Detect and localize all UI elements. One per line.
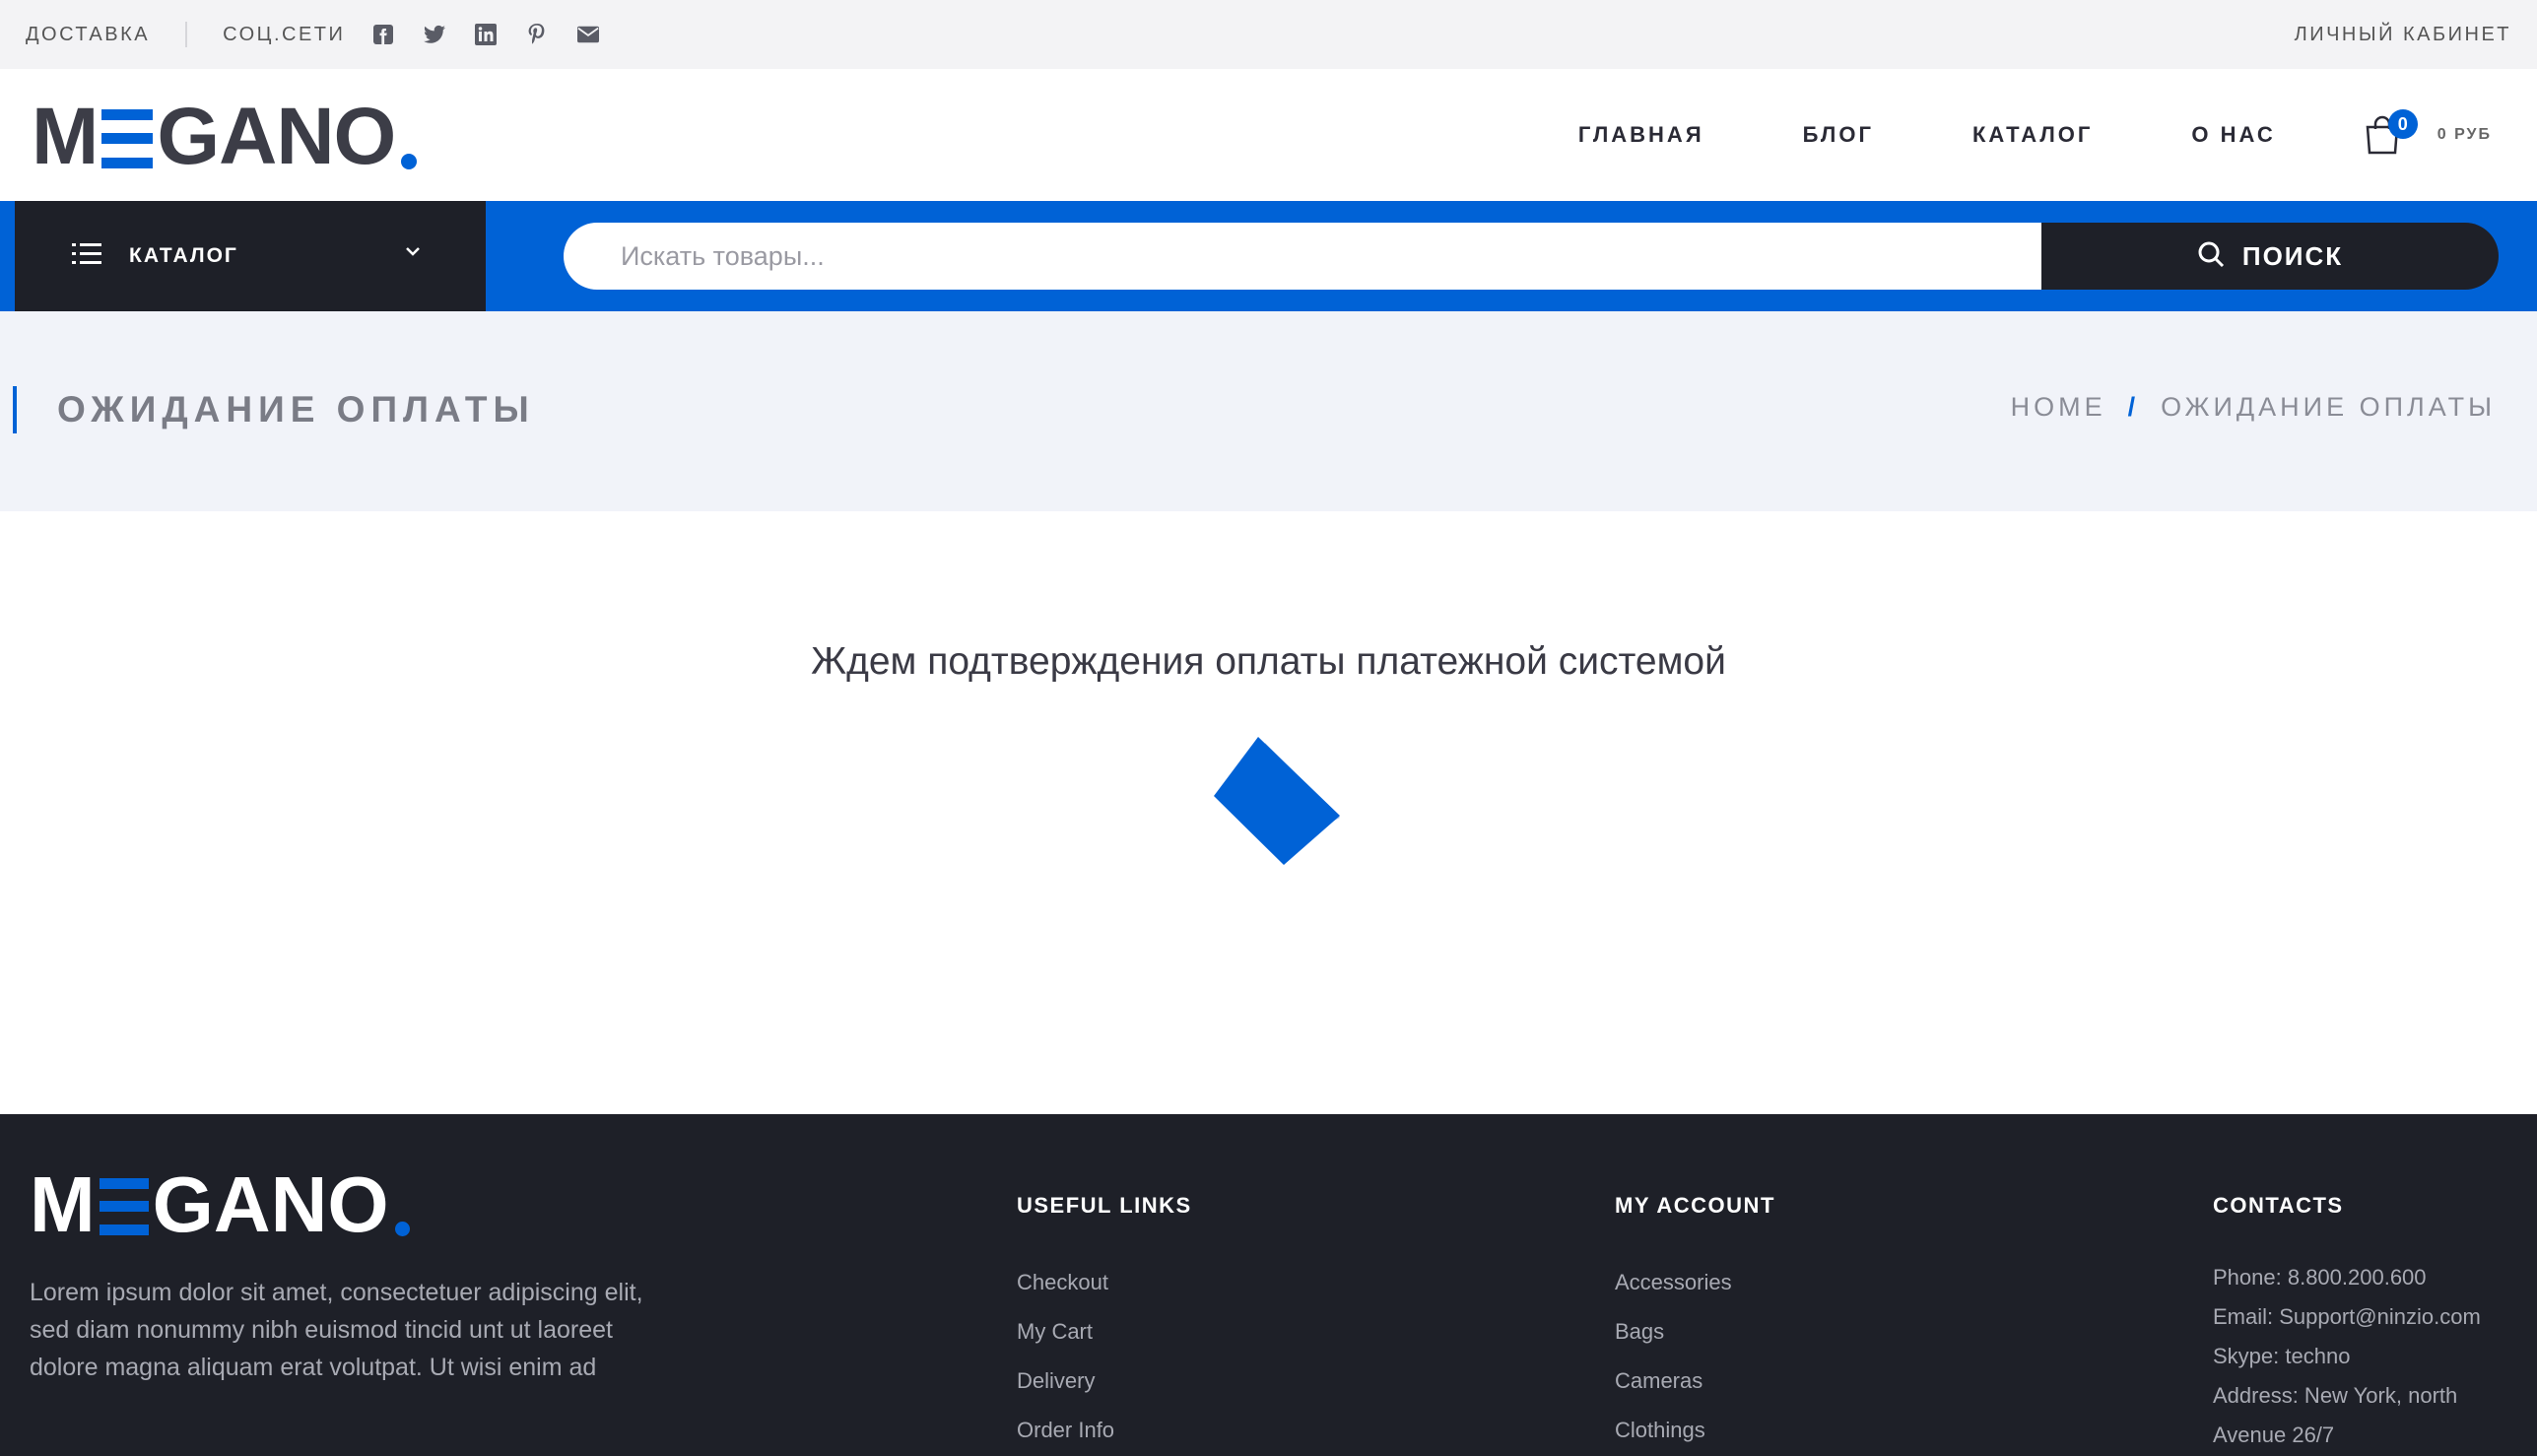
nav-item-home[interactable]: ГЛАВНАЯ [1578,122,1704,148]
footer-contacts-title: CONTACTS [2213,1193,2344,1218]
page-title: ОЖИДАНИЕ ОПЛАТЫ [57,389,535,430]
contact-skype: Skype: techno [2213,1344,2351,1368]
catalog-label: КАТАЛОГ [129,244,238,267]
twitter-icon[interactable] [424,24,446,45]
footer-link-order-info[interactable]: Order Info [1017,1406,1192,1455]
mail-icon[interactable] [577,24,600,45]
footer-link-accessories[interactable]: Accessories [1615,1258,1775,1307]
search-icon [2197,240,2225,273]
breadcrumb: HOME / ОЖИДАНИЕ ОПЛАТЫ [2011,392,2496,423]
search-bar: КАТАЛОГ ПОИСК [0,201,2537,311]
menu-list-icon [72,242,101,271]
footer-link-delivery[interactable]: Delivery [1017,1357,1192,1406]
social-label: СОЦ.СЕТИ [223,23,346,45]
footer-link-clothings[interactable]: Clothings [1615,1406,1775,1455]
chevron-down-icon [405,244,421,262]
breadcrumb-home[interactable]: HOME [2011,392,2106,423]
page-title-band: ОЖИДАНИЕ ОПЛАТЫ HOME / ОЖИДАНИЕ ОПЛАТЫ [0,311,2537,511]
footer-useful-links: USEFUL LINKS Checkout My Cart Delivery O… [1017,1193,1192,1455]
nav-item-catalog[interactable]: КАТАЛОГ [1972,122,2093,148]
footer-useful-links-title: USEFUL LINKS [1017,1193,1192,1218]
footer-contacts: CONTACTS Phone: 8.800.200.600 Email: Sup… [2213,1193,2481,1455]
nav-item-about[interactable]: О НАС [2191,122,2275,148]
loading-spinner-icon [1210,731,1348,869]
logo-dot [401,154,418,169]
title-accent-bar [13,386,17,433]
footer-link-bags[interactable]: Bags [1615,1307,1775,1357]
cart-count-badge: 0 [2387,109,2418,139]
contact-address-line-2: Avenue 26/7 [2213,1423,2335,1447]
linkedin-icon[interactable] [475,24,498,45]
footer-logo-e-mark [99,1178,149,1235]
facebook-icon[interactable] [372,24,394,45]
search-button-label: ПОИСК [2241,240,2344,271]
footer-logo-prefix: M [30,1160,96,1248]
delivery-link[interactable]: ДОСТАВКА [26,24,150,46]
social-links [345,24,600,45]
logo[interactable]: M GANO [32,92,418,181]
breadcrumb-separator: / [2127,392,2140,422]
footer: M GANO Lorem ipsum dolor sit amet, conse… [0,1114,2537,1456]
account-link[interactable]: ЛИЧНЫЙ КАБИНЕТ [2295,24,2511,46]
payment-waiting-message: Ждем подтверждения оплаты платежной сист… [811,640,1726,683]
contact-email: Email: Support@ninzio.com [2213,1304,2481,1329]
footer-about-text: Lorem ipsum dolor sit amet, consectetuer… [30,1279,643,1381]
search-button[interactable]: ПОИСК [2041,223,2499,290]
divider [185,22,188,47]
catalog-dropdown-button[interactable]: КАТАЛОГ [15,201,486,311]
nav-item-blog[interactable]: БЛОГ [1803,122,1874,148]
search-input[interactable] [564,223,2041,290]
footer-link-cameras[interactable]: Cameras [1615,1357,1775,1406]
footer-link-checkout[interactable]: Checkout [1017,1258,1192,1307]
cart-total: 0 РУБ [2437,126,2492,143]
footer-my-account: MY ACCOUNT Accessories Bags Cameras Clot… [1615,1193,1775,1455]
breadcrumb-current: ОЖИДАНИЕ ОПЛАТЫ [2161,392,2496,422]
footer-logo-suffix: GANO [152,1160,389,1248]
footer-my-account-title: MY ACCOUNT [1615,1193,1775,1218]
footer-link-my-cart[interactable]: My Cart [1017,1307,1192,1357]
logo-suffix: GANO [157,92,396,181]
contact-phone: Phone: 8.800.200.600 [2213,1265,2427,1290]
header: M GANO ГЛАВНАЯ БЛОГ КАТАЛОГ О НАС 0 0 РУ… [0,69,2537,201]
logo-prefix: M [32,92,99,181]
contact-address-line-1: Address: New York, north [2213,1383,2458,1408]
footer-logo-dot [394,1222,410,1236]
logo-e-mark [101,109,154,168]
main-nav: ГЛАВНАЯ БЛОГ КАТАЛОГ О НАС 0 0 РУБ [1480,69,2537,201]
pinterest-icon[interactable] [526,24,548,45]
footer-logo[interactable]: M GANO [30,1165,410,1244]
top-bar: ДОСТАВКА СОЦ.СЕТИ ЛИЧНЫЙ КАБИНЕТ [0,0,2537,69]
cart[interactable]: 0 0 РУБ [2363,109,2492,155]
